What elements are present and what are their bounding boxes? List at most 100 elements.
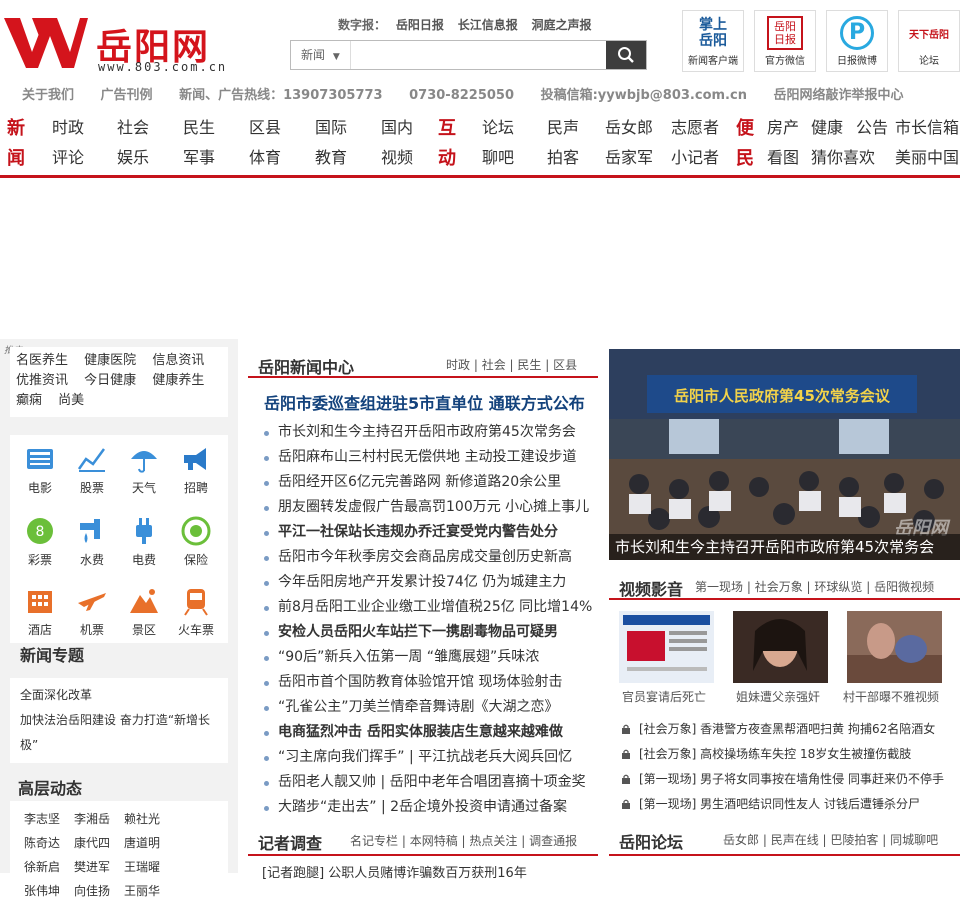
nav-item[interactable]: 志愿者 <box>671 118 719 138</box>
tab-baling-paike[interactable]: 巴陵拍客 <box>830 833 878 847</box>
service-insurance[interactable]: 保险 <box>170 509 222 573</box>
nav-item[interactable]: 公告 <box>856 118 888 138</box>
nav-item[interactable]: 岳女郎 <box>605 118 653 138</box>
tab-tongcheng-liaoba[interactable]: 同城聊吧 <box>890 833 938 847</box>
nav-item[interactable]: 娱乐 <box>117 148 149 168</box>
video-list-item[interactable]: [社会万象] 香港警方夜查黑帮酒吧扫黄 拘捕62名陪酒女 <box>619 717 960 742</box>
health-link[interactable]: 健康养生 <box>152 371 204 391</box>
leader-link[interactable]: 李湘岳 <box>74 807 124 831</box>
nav-item[interactable]: 教育 <box>315 148 347 168</box>
news-item[interactable]: 前8月岳阳工业企业缴工业增值税25亿 同比增14% <box>262 595 607 620</box>
news-item[interactable]: 岳阳麻布山三村村民无偿供地 主动投工建设步道 <box>262 445 607 470</box>
news-item[interactable]: 电商猛烈冲击 岳阳实体服装店生意越来越难做 <box>262 720 607 745</box>
app-news-client[interactable]: 掌上岳阳 新闻客户端 <box>682 10 744 72</box>
nav-item[interactable]: 市长信箱 <box>895 118 959 138</box>
health-link[interactable]: 癫痫 <box>16 391 42 411</box>
news-item[interactable]: 岳阳经开区6亿元完善路网 新修道路20余公里 <box>262 470 607 495</box>
nav-item[interactable]: 视频 <box>381 148 413 168</box>
digital-link[interactable]: 长江信息报 <box>458 18 518 32</box>
nav-item[interactable]: 岳家军 <box>605 148 653 168</box>
nav-item[interactable]: 军事 <box>183 148 215 168</box>
video-caption[interactable]: 村干部曝不雅视频 <box>843 688 939 705</box>
leader-link[interactable]: 樊进军 <box>74 855 124 879</box>
tab-redian[interactable]: 热点关注 <box>469 834 517 848</box>
search-category-select[interactable]: 新闻 ▼ <box>291 41 351 69</box>
news-item[interactable]: 安检人员岳阳火车站拦下一携剧毒物品可疑男 <box>262 620 607 645</box>
tab-weishipin[interactable]: 岳阳微视频 <box>874 580 934 594</box>
report-center-link[interactable]: 岳阳网络敲诈举报中心 <box>773 88 903 103</box>
digital-link[interactable]: 洞庭之声报 <box>532 18 592 32</box>
search-button[interactable] <box>606 41 646 69</box>
special-item[interactable]: 全面深化改革 <box>20 683 218 708</box>
news-item[interactable]: “孔雀公主”刀美兰情牵音舞诗剧《大湖之恋》 <box>262 695 607 720</box>
nav-item[interactable]: 看图 <box>767 148 799 168</box>
service-recruit[interactable]: 招聘 <box>170 437 222 501</box>
tab-mingji[interactable]: 名记专栏 <box>350 834 398 848</box>
featured-caption[interactable]: 市长刘和生今主持召开岳阳市政府第45次常务会 <box>609 534 960 560</box>
leader-link[interactable]: 王瑞曜 <box>124 855 174 879</box>
digital-link[interactable]: 岳阳日报 <box>396 18 444 32</box>
tab-tegao[interactable]: 本网特稿 <box>410 834 458 848</box>
nav-item[interactable]: 健康 <box>811 118 843 138</box>
nav-item[interactable]: 民声 <box>547 118 579 138</box>
reporter-first-item[interactable]: [记者跑腿] 公职人员赌博诈骗数百万获刑16年 <box>262 862 527 881</box>
tab-wanxiang[interactable]: 社会万象 <box>755 580 803 594</box>
health-link[interactable]: 尚美 <box>58 391 84 411</box>
app-wechat[interactable]: 岳阳日报 官方微信 <box>754 10 816 72</box>
news-item[interactable]: 朋友圈转发虚假广告最高罚100万元 小心摊上事儿 <box>262 495 607 520</box>
tab-huanqiu[interactable]: 环球纵览 <box>814 580 862 594</box>
video-thumb[interactable] <box>619 611 714 683</box>
app-forum[interactable]: 天下岳阳 论坛 <box>898 10 960 72</box>
submission-email[interactable]: 投稿信箱:yywbjb@803.com.cn <box>541 88 747 103</box>
news-item[interactable]: 大踏步“走出去” | 2岳企境外投资申请通过备案 <box>262 795 607 820</box>
nav-head-news[interactable]: 新闻 <box>6 114 26 174</box>
leader-link[interactable]: 唐道明 <box>124 831 174 855</box>
app-weibo[interactable]: P 日报微博 <box>826 10 888 72</box>
service-power[interactable]: 电费 <box>118 509 170 573</box>
service-stock[interactable]: 股票 <box>66 437 118 501</box>
health-link[interactable]: 健康医院 <box>84 351 136 371</box>
health-link[interactable]: 名医养生 <box>16 351 68 371</box>
news-item[interactable]: “90后”新兵入伍第一周 “雏鹰展翅”兵味浓 <box>262 645 607 670</box>
nav-item[interactable]: 房产 <box>767 118 799 138</box>
video-list-item[interactable]: [第一现场] 男生酒吧结识同性友人 讨钱后遭锤杀分尸 <box>619 792 960 817</box>
tab-yuenvlang[interactable]: 岳女郎 <box>723 833 759 847</box>
video-caption[interactable]: 姐妹遭父亲强奸 <box>736 688 820 705</box>
news-item[interactable]: 岳阳老人靓又帅 | 岳阳中老年合唱团喜摘十项金奖 <box>262 770 607 795</box>
service-train[interactable]: 火车票 <box>170 579 222 643</box>
nav-item[interactable]: 社会 <box>117 118 149 138</box>
nav-item[interactable]: 时政 <box>52 118 84 138</box>
leader-link[interactable]: 康代四 <box>74 831 124 855</box>
video-caption[interactable]: 官员宴请后死亡 <box>622 688 706 705</box>
nav-item[interactable]: 猜你喜欢 <box>811 148 875 168</box>
news-item[interactable]: 平江一社保站长违规办乔迁宴受党内警告处分 <box>262 520 607 545</box>
video-list-item[interactable]: [第一现场] 男子将女同事按在墙角性侵 同事赶来仍不停手 <box>619 767 960 792</box>
nav-item[interactable]: 民生 <box>183 118 215 138</box>
service-lottery[interactable]: 8 彩票 <box>14 509 66 573</box>
service-scenic[interactable]: 景区 <box>118 579 170 643</box>
news-item[interactable]: 今年岳阳房地产开发累计投74亿 仍为城建主力 <box>262 570 607 595</box>
nav-item[interactable]: 国内 <box>381 118 413 138</box>
service-hotel[interactable]: 酒店 <box>14 579 66 643</box>
nav-item[interactable]: 国际 <box>315 118 347 138</box>
service-plane[interactable]: 机票 <box>66 579 118 643</box>
ad-rates-link[interactable]: 广告刊例 <box>101 88 153 103</box>
tab-minsheng[interactable]: 民生 <box>517 358 541 372</box>
nav-item[interactable]: 美丽中国 <box>895 148 959 168</box>
leader-link[interactable]: 赖社光 <box>124 807 174 831</box>
news-item[interactable]: 岳阳市今年秋季房交会商品房成交量创历史新高 <box>262 545 607 570</box>
news-item[interactable]: 市长刘和生今主持召开岳阳市政府第45次常务会 <box>262 420 607 445</box>
leader-link[interactable]: 张伟坤 <box>24 879 74 903</box>
headline-link[interactable]: 岳阳市委巡查组进驻5市直单位 通联方式公布 <box>264 390 585 414</box>
featured-photo[interactable]: 岳阳市人民政府第45次常务会议 岳阳网 市长刘和生今主持召开岳阳市政府第45次常… <box>609 349 960 560</box>
nav-item[interactable]: 区县 <box>249 118 281 138</box>
service-water[interactable]: 水费 <box>66 509 118 573</box>
special-item[interactable]: 加快法治岳阳建设 奋力打造“新增长极” <box>20 708 218 758</box>
health-link[interactable]: 优推资讯 <box>16 371 68 391</box>
service-weather[interactable]: 天气 <box>118 437 170 501</box>
tab-diaocha[interactable]: 调查通报 <box>529 834 577 848</box>
nav-item[interactable]: 聊吧 <box>482 148 514 168</box>
leader-link[interactable]: 李志坚 <box>24 807 74 831</box>
nav-head-service[interactable]: 便民 <box>735 114 755 174</box>
nav-item[interactable]: 体育 <box>249 148 281 168</box>
